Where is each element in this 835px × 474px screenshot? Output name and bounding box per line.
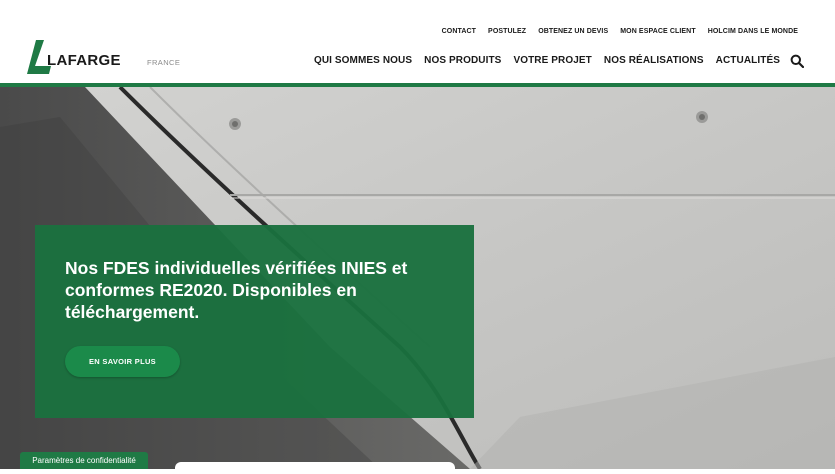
site-header: LAFARGE FRANCE CONTACT POSTULEZ OBTENEZ … [0, 0, 835, 83]
main-nav-nos-produits[interactable]: NOS PRODUITS [424, 55, 501, 66]
learn-more-button[interactable]: EN SAVOIR PLUS [65, 346, 180, 377]
country-label: FRANCE [147, 58, 181, 67]
top-nav-holcim-monde[interactable]: HOLCIM DANS LE MONDE [708, 28, 798, 35]
main-nav-nos-realisations[interactable]: NOS RÉALISATIONS [604, 55, 704, 66]
bottom-card-edge [175, 462, 455, 474]
search-icon[interactable] [790, 54, 804, 68]
hero-title: Nos FDES individuelles vérifiées INIES e… [65, 258, 408, 322]
main-nav: QUI SOMMES NOUS NOS PRODUITS VOTRE PROJE… [314, 55, 780, 66]
main-nav-qui-sommes-nous[interactable]: QUI SOMMES NOUS [314, 55, 412, 66]
lafarge-logo[interactable]: LAFARGE [27, 40, 137, 76]
main-nav-actualites[interactable]: ACTUALITÉS [716, 55, 780, 66]
main-nav-votre-projet[interactable]: VOTRE PROJET [513, 55, 591, 66]
hero-banner: Nos FDES individuelles vérifiées INIES e… [0, 87, 835, 469]
top-nav-contact[interactable]: CONTACT [442, 28, 476, 35]
top-nav-espace-client[interactable]: MON ESPACE CLIENT [620, 28, 695, 35]
hero-promo-panel: Nos FDES individuelles vérifiées INIES e… [35, 225, 474, 418]
top-utility-nav: CONTACT POSTULEZ OBTENEZ UN DEVIS MON ES… [442, 28, 798, 35]
logo-text: LAFARGE [47, 52, 121, 69]
top-nav-devis[interactable]: OBTENEZ UN DEVIS [538, 28, 608, 35]
privacy-settings-button[interactable]: Paramètres de confidentialité [20, 452, 148, 469]
top-nav-postulez[interactable]: POSTULEZ [488, 28, 526, 35]
